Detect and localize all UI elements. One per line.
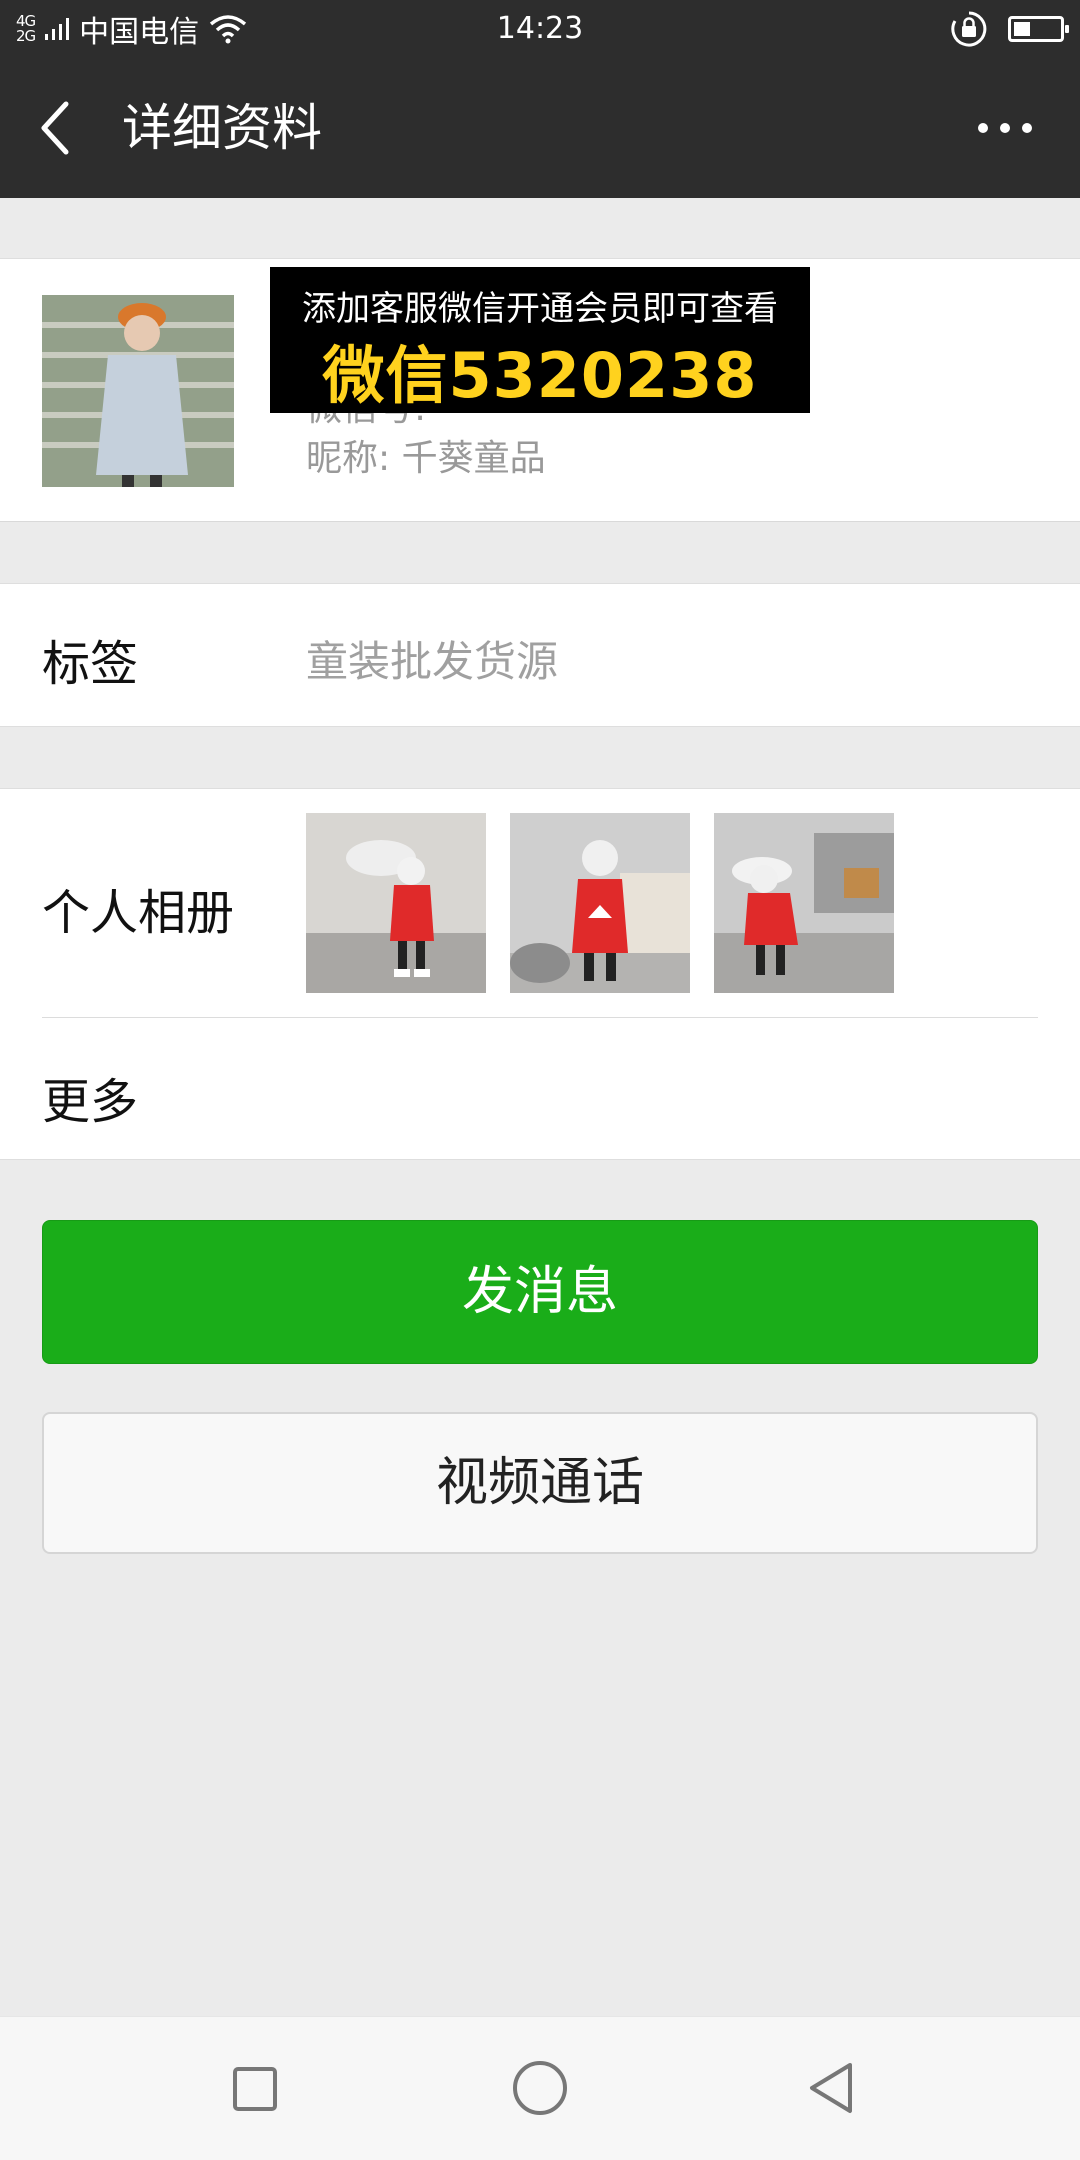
ad-banner-line1: 添加客服微信开通会员即可查看 <box>302 289 778 329</box>
tag-row[interactable]: 标签 童装批发货源 <box>0 583 1080 727</box>
home-icon[interactable] <box>513 2061 567 2115</box>
more-label: 更多 <box>42 1074 139 1130</box>
tag-value: 童装批发货源 <box>306 637 559 686</box>
album-section: 个人相册 更多 <box>0 788 1080 1160</box>
status-bar: 4G 2G 中国电信 14:23 <box>0 0 1080 58</box>
album-row[interactable]: 个人相册 <box>0 789 1080 1017</box>
album-photo[interactable] <box>714 813 894 993</box>
album-photo[interactable] <box>510 813 690 993</box>
video-call-button[interactable]: 视频通话 <box>42 1412 1038 1554</box>
status-time: 14:23 <box>496 11 584 46</box>
ad-banner-line2: 微信5320238 <box>322 339 758 412</box>
status-right <box>950 0 1069 58</box>
page-title: 详细资料 <box>122 99 322 157</box>
nav-bar: 详细资料 <box>0 58 1080 198</box>
avatar[interactable] <box>42 295 234 487</box>
more-dots-icon[interactable] <box>970 108 1040 148</box>
avatar-image <box>42 295 234 487</box>
more-row[interactable]: 更多 <box>0 1018 1080 1161</box>
send-message-button[interactable]: 发消息 <box>42 1220 1038 1364</box>
album-label: 个人相册 <box>42 885 235 941</box>
battery-icon <box>1008 16 1069 42</box>
recent-apps-icon[interactable] <box>233 2067 277 2111</box>
ad-banner: 添加客服微信开通会员即可查看 微信5320238 <box>270 267 810 413</box>
album-photo[interactable] <box>306 813 486 993</box>
nickname: 昵称: 千葵童品 <box>306 438 546 479</box>
rotation-lock-icon <box>951 11 987 47</box>
tag-label: 标签 <box>42 636 139 692</box>
album-photos <box>306 813 894 993</box>
system-back-icon[interactable] <box>806 2061 856 2115</box>
system-nav-bar <box>0 2016 1080 2160</box>
back-chevron-icon[interactable] <box>32 96 82 160</box>
